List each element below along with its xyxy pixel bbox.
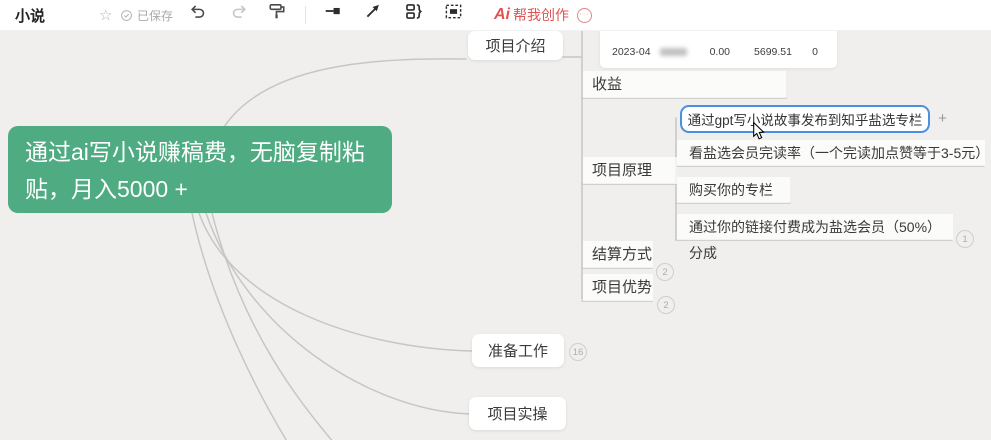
- toolbar-divider: [305, 6, 306, 24]
- topic-node-principle[interactable]: 项目原理: [583, 157, 677, 184]
- edge-root-practice: [205, 212, 470, 415]
- outline-frame-icon: [445, 4, 461, 18]
- summary-brace-icon: [405, 3, 422, 19]
- check-circle-icon: [121, 9, 132, 21]
- add-child-button[interactable]: +: [934, 110, 951, 127]
- child-node-link-share[interactable]: 通过你的链接付费成为盐选会员（50%）分成: [677, 214, 953, 261]
- summary-brace-button[interactable]: [402, 0, 424, 22]
- document-title: 小说: [15, 7, 46, 25]
- ai-create-button[interactable]: Ai 帮我创作 ···: [494, 0, 592, 30]
- collapse-badge-share[interactable]: 1: [956, 230, 974, 248]
- arrow-icon: [366, 4, 379, 18]
- edge-root-intro: [223, 58, 467, 128]
- edge-root-offscreen-2: [211, 212, 333, 440]
- favorite-star-icon[interactable]: ☆: [99, 0, 112, 30]
- collapse-badge-preparation[interactable]: 16: [569, 343, 587, 361]
- masked-cell: [658, 48, 688, 56]
- root-topic-node[interactable]: 通过ai写小说赚稿费，无脑复制粘贴，月入5000 +: [8, 126, 392, 213]
- topic-node-income[interactable]: 收益: [583, 71, 786, 98]
- redo-button[interactable]: [228, 0, 250, 22]
- value-cell: 0.00: [709, 46, 730, 58]
- child-node-buy-column[interactable]: 购买你的专栏: [677, 177, 790, 203]
- ai-logo: Ai: [494, 6, 510, 23]
- format-painter-button[interactable]: [266, 0, 288, 22]
- collapse-badge-settlement[interactable]: 2: [656, 263, 674, 281]
- ai-create-label: 帮我创作: [513, 7, 569, 23]
- ai-face-icon: ···: [577, 7, 592, 23]
- save-status-label: 已保存: [137, 8, 174, 23]
- month-cell: 2023-04: [612, 46, 651, 58]
- table-row: 2023-04 0.00 5699.51 0: [600, 44, 837, 60]
- format-painter-icon: [269, 4, 285, 19]
- topic-node-practice[interactable]: 项目实操: [469, 397, 566, 430]
- outline-frame-button[interactable]: [442, 0, 464, 22]
- topic-node-settlement[interactable]: 结算方式: [583, 241, 653, 268]
- relation-arrow-button[interactable]: [362, 0, 384, 22]
- topic-node-preparation[interactable]: 准备工作: [472, 334, 564, 367]
- value-cell: 0: [812, 46, 818, 58]
- child-node-read-rate[interactable]: 看盐选会员完读率（一个完读加点赞等于3-5元）: [677, 140, 989, 166]
- edge-root-prep: [198, 212, 473, 352]
- connector-tool-button[interactable]: [322, 0, 344, 22]
- collapse-badge-advantages[interactable]: 2: [657, 296, 675, 314]
- undo-button[interactable]: [186, 0, 208, 22]
- topic-node-intro[interactable]: 项目介绍: [468, 31, 563, 60]
- toolbar: 小说 ☆ 已保存 Ai 帮我创作 ···: [0, 0, 991, 31]
- redo-icon: [232, 4, 246, 18]
- edge-root-offscreen-1: [191, 212, 288, 440]
- value-cell: 5699.51: [754, 46, 792, 58]
- undo-icon: [190, 4, 204, 18]
- topic-node-advantages[interactable]: 项目优势: [583, 274, 653, 301]
- save-status: 已保存: [120, 0, 173, 30]
- connector-icon: [325, 7, 340, 15]
- child-node-gpt-zhihu-selected[interactable]: 通过gpt写小说故事发布到知乎盐选专栏: [680, 105, 930, 133]
- mouse-cursor: [753, 122, 765, 140]
